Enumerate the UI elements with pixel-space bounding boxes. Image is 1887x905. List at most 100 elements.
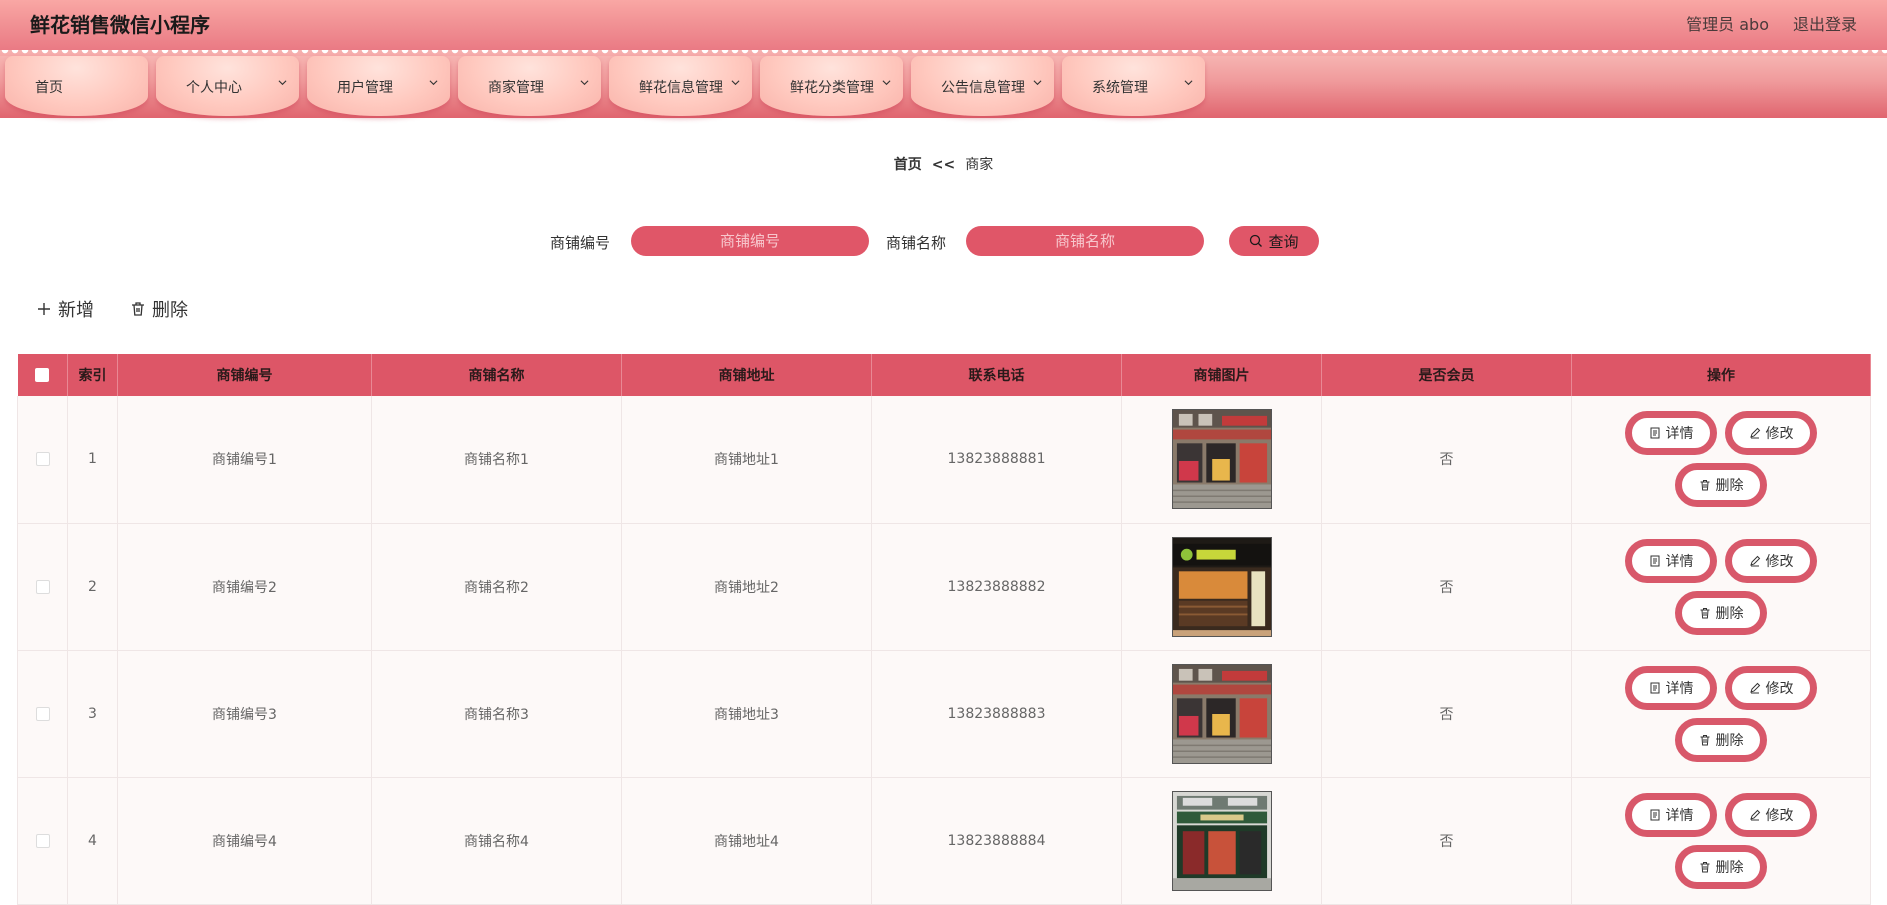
batch-delete-label: 删除 [152, 300, 188, 321]
actions-cell: 详情 修改 删除 [1571, 650, 1871, 778]
nav-item-flower-info-management[interactable]: 鲜花信息管理 [609, 56, 752, 116]
storefront-image[interactable] [1171, 536, 1272, 637]
delete-button[interactable]: 删除 [1675, 717, 1767, 762]
shop-no-cell: 商铺编号2 [117, 523, 372, 651]
chevron-down-icon [278, 80, 287, 86]
nav-item-system-management[interactable]: 系统管理 [1062, 56, 1205, 116]
nav-item-flower-category-management[interactable]: 鲜花分类管理 [760, 56, 903, 116]
pencil-icon [1749, 428, 1760, 439]
select-all-cell [17, 354, 68, 396]
search-icon [1250, 234, 1263, 247]
edit-button[interactable]: 修改 [1725, 665, 1817, 710]
shop-name-input[interactable] [966, 226, 1204, 256]
breadcrumb: 首页 << 商家 [0, 154, 1887, 174]
row-checkbox[interactable] [35, 452, 50, 467]
action-toolbar: 新增 删除 [36, 296, 188, 322]
delete-button[interactable]: 删除 [1675, 590, 1767, 635]
actions-cell: 详情 修改 删除 [1571, 777, 1871, 905]
index-cell: 4 [67, 777, 118, 905]
nav-item-label: 商家管理 [488, 80, 544, 96]
chevron-down-icon [1184, 80, 1193, 86]
index-cell: 1 [67, 396, 118, 524]
select-all-checkbox[interactable] [35, 368, 50, 382]
chevron-down-icon [429, 80, 438, 86]
column-header: 联系电话 [871, 354, 1122, 396]
column-header: 商铺地址 [621, 354, 872, 396]
column-header: 商铺图片 [1121, 354, 1322, 396]
delete-button-label: 删除 [1715, 859, 1744, 876]
column-header: 商铺名称 [371, 354, 622, 396]
search-button-label: 查询 [1268, 232, 1299, 251]
table-row: 4 商铺编号4 商铺名称4 商铺地址4 13823888884 否 详情 修改 … [17, 777, 1871, 905]
storefront-image[interactable] [1171, 409, 1272, 510]
merchant-table: 索引 商铺编号 商铺名称 商铺地址 联系电话 商铺图片 是否会员 操作 1 商铺… [17, 354, 1871, 905]
edit-button[interactable]: 修改 [1725, 792, 1817, 837]
detail-button[interactable]: 详情 [1625, 792, 1717, 837]
add-button[interactable]: 新增 [36, 296, 94, 322]
shop-name-cell: 商铺名称1 [371, 396, 622, 524]
row-checkbox[interactable] [35, 706, 50, 721]
image-cell [1121, 396, 1322, 524]
phone-cell: 13823888883 [871, 650, 1122, 778]
main-nav: 首页 个人中心 用户管理 商家管理 鲜花信息管理 鲜花分类管理 公告信息管理 系… [0, 56, 1887, 118]
column-header: 是否会员 [1321, 354, 1572, 396]
logout-link[interactable]: 退出登录 [1793, 11, 1857, 35]
batch-delete-button[interactable]: 删除 [130, 296, 188, 322]
index-cell: 2 [67, 523, 118, 651]
trash-icon [1700, 734, 1709, 745]
edit-button-label: 修改 [1765, 680, 1794, 697]
image-cell [1121, 523, 1322, 651]
top-header: 鲜花销售微信小程序 管理员 abo 退出登录 [0, 0, 1887, 50]
shop-name-cell: 商铺名称4 [371, 777, 622, 905]
delete-button[interactable]: 删除 [1675, 844, 1767, 889]
edit-button[interactable]: 修改 [1725, 411, 1817, 456]
column-header: 索引 [67, 354, 118, 396]
detail-button-label: 详情 [1665, 807, 1694, 824]
header-user-area: 管理员 abo 退出登录 [1686, 11, 1857, 35]
nav-item-personal-center[interactable]: 个人中心 [156, 56, 299, 116]
breadcrumb-home-link[interactable]: 首页 [894, 157, 922, 173]
chevron-down-icon [580, 80, 589, 86]
nav-item-user-management[interactable]: 用户管理 [307, 56, 450, 116]
shop-no-label: 商铺编号 [550, 234, 611, 252]
detail-button[interactable]: 详情 [1625, 411, 1717, 456]
delete-button[interactable]: 删除 [1675, 463, 1767, 508]
table-row: 1 商铺编号1 商铺名称1 商铺地址1 13823888881 否 详情 修改 … [17, 396, 1871, 524]
current-user-label: 管理员 abo [1686, 15, 1769, 34]
nav-item-label: 公告信息管理 [941, 80, 1025, 96]
nav-item-label: 个人中心 [186, 80, 242, 96]
shop-name-cell: 商铺名称2 [371, 523, 622, 651]
image-cell [1121, 777, 1322, 905]
breadcrumb-separator: << [931, 157, 956, 173]
nav-item-merchant-management[interactable]: 商家管理 [458, 56, 601, 116]
index-cell: 3 [67, 650, 118, 778]
storefront-image[interactable] [1171, 663, 1272, 764]
shop-no-cell: 商铺编号4 [117, 777, 372, 905]
address-cell: 商铺地址2 [621, 523, 872, 651]
document-icon [1650, 809, 1659, 820]
search-button[interactable]: 查询 [1229, 226, 1319, 256]
row-checkbox[interactable] [35, 579, 50, 594]
phone-cell: 13823888884 [871, 777, 1122, 905]
storefront-image[interactable] [1171, 790, 1272, 891]
actions-cell: 详情 修改 删除 [1571, 523, 1871, 651]
nav-item-notice-management[interactable]: 公告信息管理 [911, 56, 1054, 116]
image-cell [1121, 650, 1322, 778]
detail-button[interactable]: 详情 [1625, 538, 1717, 583]
edit-button[interactable]: 修改 [1725, 538, 1817, 583]
phone-cell: 13823888881 [871, 396, 1122, 524]
nav-item-label: 鲜花信息管理 [639, 80, 723, 96]
edit-button-label: 修改 [1765, 553, 1794, 570]
phone-cell: 13823888882 [871, 523, 1122, 651]
pencil-icon [1749, 809, 1760, 820]
nav-item-label: 系统管理 [1092, 80, 1148, 96]
chevron-down-icon [731, 80, 740, 86]
row-select-cell [17, 777, 68, 905]
breadcrumb-current: 商家 [965, 157, 994, 173]
shop-no-input[interactable] [631, 226, 869, 256]
row-checkbox[interactable] [35, 833, 50, 848]
chevron-down-icon [1033, 80, 1042, 86]
nav-item-home[interactable]: 首页 [5, 56, 148, 116]
detail-button[interactable]: 详情 [1625, 665, 1717, 710]
member-cell: 否 [1321, 777, 1572, 905]
